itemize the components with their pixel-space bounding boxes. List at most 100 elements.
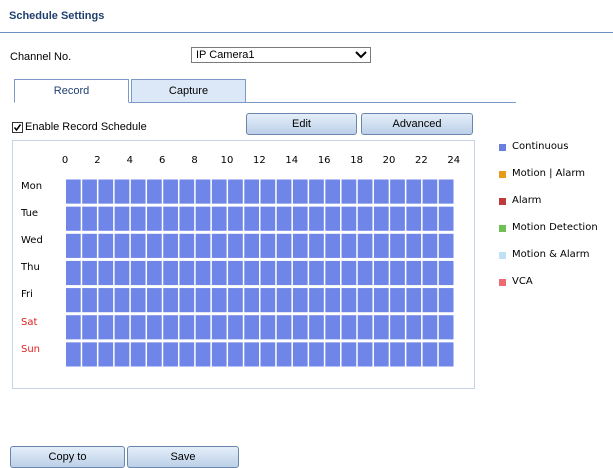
schedule-cell[interactable] <box>390 206 405 231</box>
schedule-cell[interactable] <box>357 342 373 367</box>
schedule-cell[interactable] <box>422 233 438 258</box>
schedule-cell[interactable] <box>98 342 114 367</box>
schedule-cell[interactable] <box>147 315 162 340</box>
schedule-cell[interactable] <box>147 233 162 258</box>
schedule-cell[interactable] <box>228 315 243 340</box>
schedule-cell[interactable] <box>228 206 243 231</box>
schedule-cell[interactable] <box>244 260 259 286</box>
schedule-cell[interactable] <box>422 288 438 313</box>
schedule-cell[interactable] <box>147 206 162 231</box>
schedule-cell[interactable] <box>373 315 389 340</box>
schedule-cell[interactable] <box>390 260 405 286</box>
schedule-cell[interactable] <box>66 179 81 204</box>
schedule-cell[interactable] <box>163 260 178 286</box>
schedule-cell[interactable] <box>260 288 276 313</box>
schedule-cell[interactable] <box>130 179 146 204</box>
schedule-cell[interactable] <box>292 315 308 340</box>
schedule-cell[interactable] <box>406 288 422 313</box>
schedule-cell[interactable] <box>163 179 178 204</box>
schedule-cell[interactable] <box>292 206 308 231</box>
schedule-cell[interactable] <box>309 342 324 367</box>
schedule-cell[interactable] <box>98 315 114 340</box>
channel-select[interactable]: IP Camera1 <box>191 47 371 63</box>
schedule-cell[interactable] <box>276 233 292 258</box>
schedule-grid[interactable] <box>65 178 454 368</box>
schedule-cell[interactable] <box>228 342 243 367</box>
enable-record-schedule-checkbox[interactable] <box>12 122 23 133</box>
schedule-cell[interactable] <box>373 342 389 367</box>
schedule-cell[interactable] <box>66 206 81 231</box>
schedule-cell[interactable] <box>179 206 195 231</box>
schedule-cell[interactable] <box>260 260 276 286</box>
schedule-cell[interactable] <box>163 315 178 340</box>
schedule-cell[interactable] <box>211 260 227 286</box>
schedule-cell[interactable] <box>276 315 292 340</box>
schedule-cell[interactable] <box>292 179 308 204</box>
schedule-cell[interactable] <box>163 206 178 231</box>
schedule-cell[interactable] <box>422 315 438 340</box>
schedule-cell[interactable] <box>325 179 341 204</box>
schedule-cell[interactable] <box>438 233 454 258</box>
schedule-cell[interactable] <box>195 342 211 367</box>
schedule-cell[interactable] <box>195 288 211 313</box>
schedule-cell[interactable] <box>325 206 341 231</box>
schedule-cell[interactable] <box>438 288 454 313</box>
schedule-cell[interactable] <box>147 260 162 286</box>
schedule-cell[interactable] <box>211 233 227 258</box>
schedule-cell[interactable] <box>341 260 357 286</box>
schedule-cell[interactable] <box>260 342 276 367</box>
schedule-cell[interactable] <box>244 315 259 340</box>
schedule-cell[interactable] <box>292 233 308 258</box>
schedule-cell[interactable] <box>82 179 97 204</box>
schedule-cell[interactable] <box>341 206 357 231</box>
schedule-cell[interactable] <box>195 179 211 204</box>
schedule-cell[interactable] <box>130 342 146 367</box>
schedule-cell[interactable] <box>373 260 389 286</box>
schedule-cell[interactable] <box>260 315 276 340</box>
schedule-cell[interactable] <box>276 206 292 231</box>
schedule-cell[interactable] <box>228 233 243 258</box>
schedule-cell[interactable] <box>309 260 324 286</box>
schedule-cell[interactable] <box>373 233 389 258</box>
schedule-cell[interactable] <box>373 179 389 204</box>
schedule-cell[interactable] <box>179 179 195 204</box>
schedule-cell[interactable] <box>438 206 454 231</box>
schedule-cell[interactable] <box>244 179 259 204</box>
schedule-cell[interactable] <box>390 315 405 340</box>
schedule-cell[interactable] <box>114 342 130 367</box>
schedule-cell[interactable] <box>244 233 259 258</box>
schedule-cell[interactable] <box>325 288 341 313</box>
schedule-cell[interactable] <box>341 233 357 258</box>
schedule-cell[interactable] <box>195 315 211 340</box>
schedule-cell[interactable] <box>292 342 308 367</box>
schedule-cell[interactable] <box>228 179 243 204</box>
schedule-cell[interactable] <box>438 179 454 204</box>
schedule-cell[interactable] <box>114 260 130 286</box>
schedule-cell[interactable] <box>260 206 276 231</box>
schedule-cell[interactable] <box>179 288 195 313</box>
schedule-cell[interactable] <box>260 179 276 204</box>
schedule-cell[interactable] <box>98 206 114 231</box>
schedule-cell[interactable] <box>98 288 114 313</box>
schedule-cell[interactable] <box>357 206 373 231</box>
schedule-cell[interactable] <box>357 233 373 258</box>
schedule-cell[interactable] <box>211 288 227 313</box>
schedule-cell[interactable] <box>276 342 292 367</box>
schedule-cell[interactable] <box>390 288 405 313</box>
schedule-cell[interactable] <box>292 288 308 313</box>
schedule-cell[interactable] <box>309 288 324 313</box>
schedule-cell[interactable] <box>66 233 81 258</box>
schedule-cell[interactable] <box>163 233 178 258</box>
schedule-cell[interactable] <box>66 342 81 367</box>
schedule-cell[interactable] <box>422 179 438 204</box>
tab-capture[interactable]: Capture <box>131 79 246 103</box>
schedule-cell[interactable] <box>309 233 324 258</box>
schedule-cell[interactable] <box>341 342 357 367</box>
schedule-cell[interactable] <box>163 288 178 313</box>
schedule-cell[interactable] <box>406 342 422 367</box>
schedule-cell[interactable] <box>244 206 259 231</box>
schedule-cell[interactable] <box>179 260 195 286</box>
schedule-cell[interactable] <box>228 260 243 286</box>
schedule-cell[interactable] <box>82 233 97 258</box>
schedule-cell[interactable] <box>325 342 341 367</box>
